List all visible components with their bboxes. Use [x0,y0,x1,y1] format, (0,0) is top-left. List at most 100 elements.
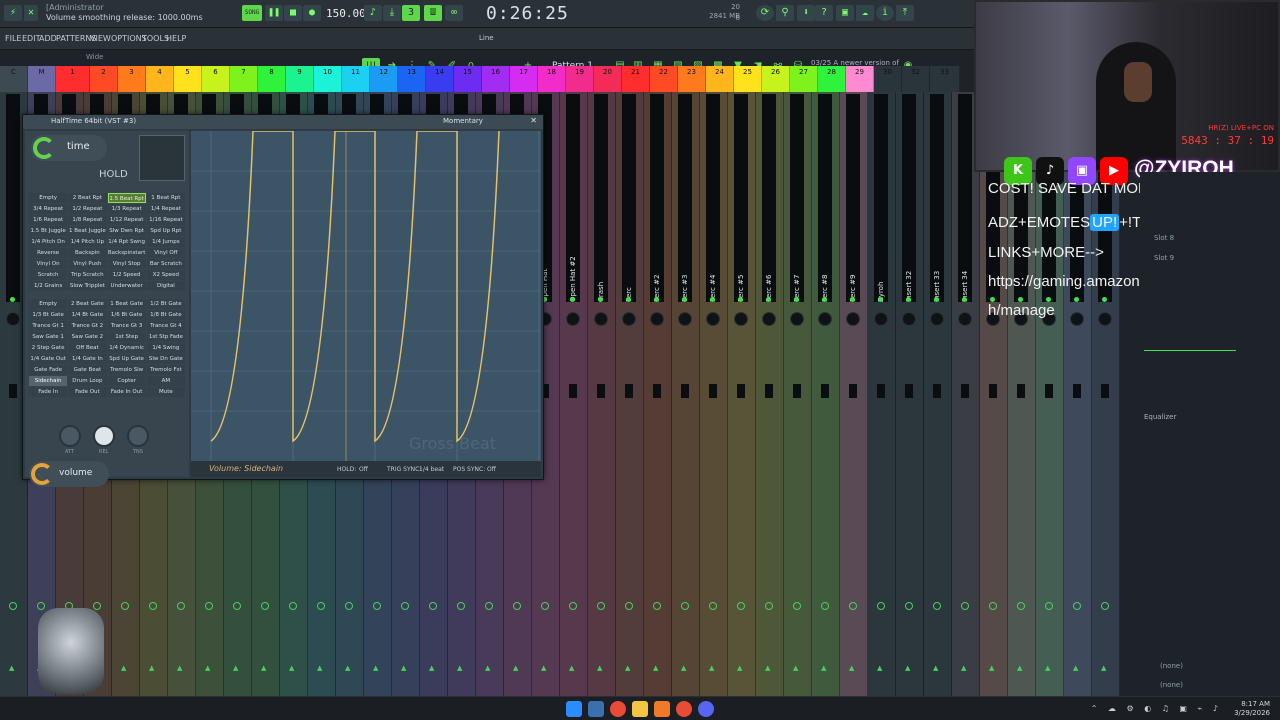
preset-button[interactable]: 1/8 Bt Gate [146,310,185,320]
preset-button[interactable]: Off Beat [68,343,107,353]
pan-knob[interactable] [706,312,720,326]
pan-knob[interactable] [678,312,692,326]
output-none[interactable]: (none) [1160,681,1183,689]
preset-button[interactable]: 1/4 Pitch Dn [29,237,68,247]
channel-name[interactable]: Perc #4 [709,242,719,302]
menu-add[interactable]: ADD [39,34,57,43]
mixer-channel[interactable]: Perc #9 ▲ [840,92,868,696]
metronome-icon[interactable]: ♪ [364,5,382,21]
send-arrow-icon[interactable]: ▲ [681,664,686,672]
route-button[interactable] [317,602,325,610]
chrome-icon-2[interactable] [676,701,692,717]
track-number-21[interactable]: 21 [622,66,650,92]
hold-label[interactable]: HOLD [99,169,128,180]
send-arrow-icon[interactable]: ▲ [905,664,910,672]
preset-button[interactable]: 1/3 Bt Gate [29,310,68,320]
volume-fader[interactable] [905,384,913,398]
route-button[interactable] [793,602,801,610]
track-number-2[interactable]: 2 [90,66,118,92]
preset-button[interactable]: Trance Gt 3 [107,321,146,331]
send-arrow-icon[interactable]: ▲ [205,664,210,672]
send-arrow-icon[interactable]: ▲ [485,664,490,672]
preset-button[interactable]: Slw Dn Gate [146,354,185,364]
preset-button[interactable]: 1/4 Gate In [68,354,107,364]
track-number-25[interactable]: 25 [734,66,762,92]
preset-button[interactable]: Spd Up Rpt [146,226,185,236]
send-arrow-icon[interactable]: ▲ [1045,664,1050,672]
track-number-22[interactable]: 22 [650,66,678,92]
preset-button[interactable]: Spd Up Gate [107,354,146,364]
mixer-channel[interactable]: Perc #7 ▲ [784,92,812,696]
mixer-channel[interactable]: Zyroh ▲ [868,92,896,696]
preset-button[interactable]: Trance Gt 4 [146,321,185,331]
song-mode-button[interactable]: SONG [242,5,262,21]
preset-button[interactable]: 1 Beat Juggle [68,226,107,236]
volume-fader[interactable] [681,384,689,398]
channel-active-led[interactable] [1102,297,1107,302]
channel-active-led[interactable] [570,297,575,302]
route-button[interactable] [205,602,213,610]
pan-knob[interactable] [1098,312,1112,326]
volume-fader[interactable] [1101,384,1109,398]
system-tray[interactable]: ⌃ ☁ ⚙ ◐ ♫ ▣ ⌁ ♪ [1091,704,1222,713]
preset-button[interactable]: 2 Beat Rpt [68,193,107,203]
loop-record-icon[interactable]: ∞ [445,5,463,21]
song-position-clock[interactable]: 0:26:25 [486,3,569,24]
route-button[interactable] [429,602,437,610]
track-number-3[interactable]: 3 [118,66,146,92]
pos-sync-setting[interactable]: Off [487,466,496,473]
channel-active-led[interactable] [1074,297,1079,302]
route-button[interactable] [765,602,773,610]
volume-fader[interactable] [1017,384,1025,398]
refresh-icon[interactable]: ⟳ [756,5,774,21]
preset-button[interactable]: 1/4 Rpt Swng [107,237,146,247]
route-button[interactable] [401,602,409,610]
channel-active-led[interactable] [598,297,603,302]
volume-fader[interactable] [961,384,969,398]
window-icon[interactable]: ⚡ [4,5,22,21]
send-arrow-icon[interactable]: ▲ [569,664,574,672]
route-button[interactable] [681,602,689,610]
track-number-26[interactable]: 26 [762,66,790,92]
release-knob[interactable] [93,425,115,447]
channel-active-led[interactable] [738,297,743,302]
windows-start-icon[interactable] [566,701,582,717]
send-arrow-icon[interactable]: ▲ [1017,664,1022,672]
task-view-icon[interactable] [588,701,604,717]
send-arrow-icon[interactable]: ▲ [289,664,294,672]
track-number-28[interactable]: 28 [818,66,846,92]
mixer-channel[interactable]: Perc #2 ▲ [644,92,672,696]
pan-knob[interactable] [734,312,748,326]
plugin-close-icon[interactable]: ✕ [530,116,537,125]
pan-knob[interactable] [958,312,972,326]
route-button[interactable] [1017,602,1025,610]
plugin-titlebar[interactable]: HalfTime 64bit (VST #3) Momentary ✕ [23,115,543,129]
route-button[interactable] [625,602,633,610]
preset-button[interactable]: 1 Beat Rpt [146,193,185,203]
pan-knob[interactable] [594,312,608,326]
track-number-33[interactable]: 33 [930,66,960,92]
plugin-mode[interactable]: Momentary [443,117,483,125]
preset-button[interactable]: Backspinstart [107,248,146,258]
pan-knob[interactable] [6,312,20,326]
channel-name[interactable]: Perc #8 [821,242,831,302]
track-number-24[interactable]: 24 [706,66,734,92]
volume-fader[interactable] [1045,384,1053,398]
channel-active-led[interactable] [934,297,939,302]
menu-view[interactable]: VIEW [90,34,111,43]
mixer-channel[interactable]: Perc #5 ▲ [728,92,756,696]
mixer-channel[interactable]: Insert 33 ▲ [924,92,952,696]
channel-name[interactable]: Perc #2 [653,242,663,302]
route-button[interactable] [289,602,297,610]
preset-button[interactable]: 1 Beat Gate [107,299,146,309]
route-button[interactable] [513,602,521,610]
track-number-19[interactable]: 19 [566,66,594,92]
route-button[interactable] [37,602,45,610]
route-button[interactable] [345,602,353,610]
send-arrow-icon[interactable]: ▲ [317,664,322,672]
volume-fader[interactable] [989,384,997,398]
input-none[interactable]: (none) [1160,662,1183,670]
slot-8[interactable]: Slot 8 [1154,234,1174,242]
route-button[interactable] [1045,602,1053,610]
track-number-7[interactable]: 7 [230,66,258,92]
